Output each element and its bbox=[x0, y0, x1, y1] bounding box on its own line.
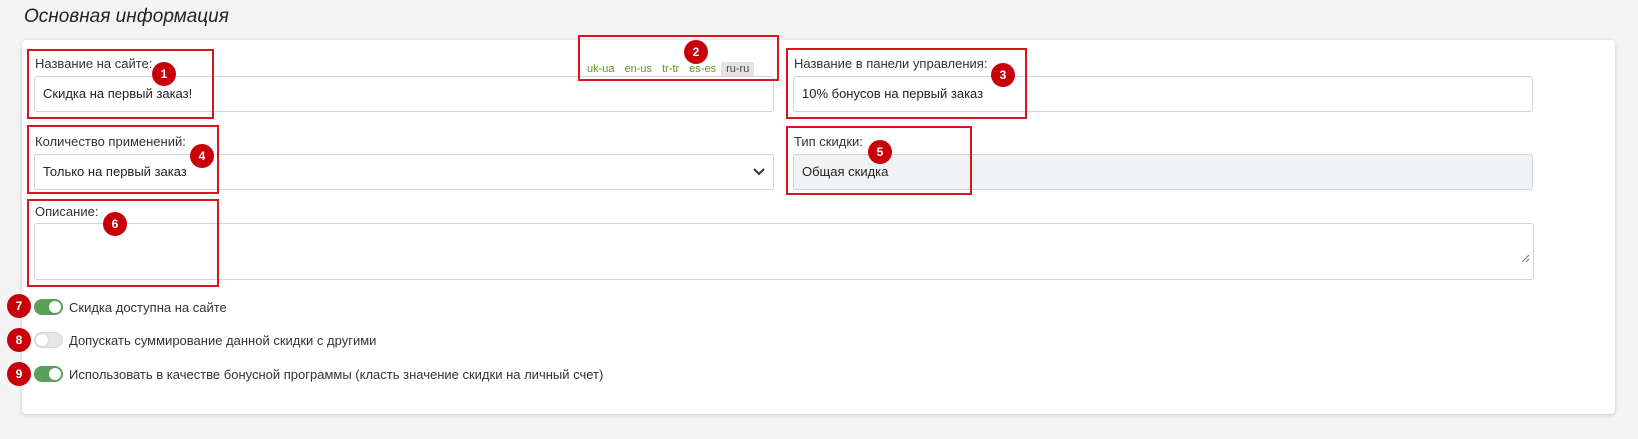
annotation-badge-9: 9 bbox=[7, 362, 31, 386]
annotation-badge-1: 1 bbox=[152, 62, 176, 86]
toggle-available-label: Скидка доступна на сайте bbox=[69, 299, 227, 315]
chevron-down-icon bbox=[753, 155, 765, 189]
annotation-badge-7: 7 bbox=[7, 294, 31, 318]
lang-tab-es-es[interactable]: es-es bbox=[684, 62, 721, 76]
toggle-knob bbox=[49, 301, 61, 313]
resize-grip-icon[interactable] bbox=[1521, 242, 1530, 276]
description-label: Описание: bbox=[35, 204, 99, 219]
usage-count-select[interactable]: Только на первый заказ bbox=[34, 154, 774, 190]
toggle-knob bbox=[49, 368, 61, 380]
lang-tab-uk-ua[interactable]: uk-ua bbox=[582, 62, 620, 76]
annotation-badge-6: 6 bbox=[103, 212, 127, 236]
lang-tab-ru-ru[interactable]: ru-ru bbox=[721, 62, 755, 76]
lang-tab-tr-tr[interactable]: tr-tr bbox=[657, 62, 684, 76]
annotation-badge-8: 8 bbox=[7, 328, 31, 352]
toggle-stacking-switch[interactable] bbox=[34, 332, 63, 348]
annotation-badge-2: 2 bbox=[684, 40, 708, 64]
admin-name-label: Название в панели управления: bbox=[794, 56, 988, 71]
admin-name-input[interactable]: 10% бонусов на первый заказ bbox=[793, 76, 1533, 112]
page-title: Основная информация bbox=[24, 6, 229, 27]
description-textarea[interactable] bbox=[34, 223, 1534, 280]
language-tabs: uk-ua en-us tr-tr es-es ru-ru bbox=[582, 62, 755, 76]
toggle-row-available: Скидка доступна на сайте bbox=[34, 299, 227, 315]
toggle-row-bonus: Использовать в качестве бонусной програм… bbox=[34, 366, 603, 382]
annotation-badge-4: 4 bbox=[190, 144, 214, 168]
usage-count-label: Количество применений: bbox=[35, 134, 186, 149]
toggle-bonus-switch[interactable] bbox=[34, 366, 63, 382]
annotation-badge-5: 5 bbox=[868, 140, 892, 164]
site-name-input[interactable]: Скидка на первый заказ! bbox=[34, 76, 774, 112]
toggle-bonus-label: Использовать в качестве бонусной програм… bbox=[69, 366, 604, 382]
annotation-badge-3: 3 bbox=[991, 63, 1015, 87]
toggle-available-switch[interactable] bbox=[34, 299, 63, 315]
toggle-stacking-label: Допускать суммирование данной скидки с д… bbox=[69, 332, 377, 348]
toggle-knob bbox=[36, 334, 48, 346]
discount-type-label: Тип скидки: bbox=[794, 134, 863, 149]
usage-count-selected: Только на первый заказ bbox=[43, 164, 187, 179]
lang-tab-en-us[interactable]: en-us bbox=[620, 62, 658, 76]
discount-type-field: Общая скидка bbox=[793, 154, 1533, 190]
site-name-label: Название на сайте: bbox=[35, 56, 153, 71]
toggle-row-stacking: Допускать суммирование данной скидки с д… bbox=[34, 332, 376, 348]
